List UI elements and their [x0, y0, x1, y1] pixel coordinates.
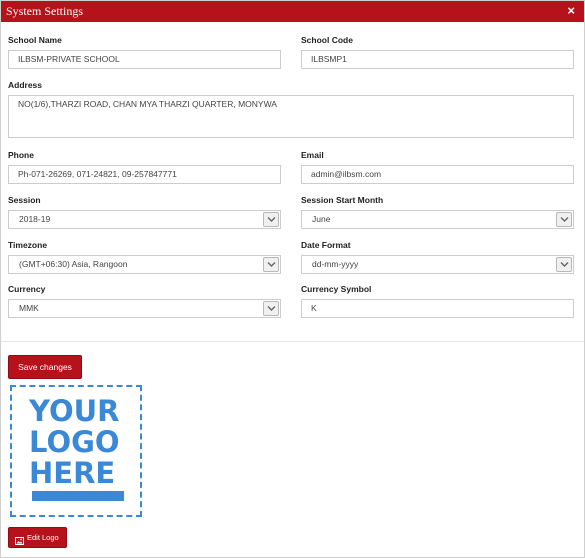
email-label: Email: [301, 150, 324, 160]
address-textarea[interactable]: NO(1/6),THARZI ROAD, CHAN MYA THARZI QUA…: [8, 95, 574, 138]
modal-header: System Settings ×: [1, 1, 584, 22]
chevron-down-icon[interactable]: [556, 212, 572, 227]
currency-value: MMK: [19, 303, 39, 313]
timezone-select[interactable]: (GMT+06:30) Asia, Rangoon: [8, 255, 281, 274]
session-select[interactable]: 2018-19: [8, 210, 281, 229]
address-label: Address: [8, 80, 43, 90]
currency-label: Currency: [8, 284, 46, 294]
session-start-month-value: June: [312, 214, 331, 224]
close-icon[interactable]: ×: [567, 3, 575, 19]
school-logo: YOUR LOGO HERE: [10, 385, 142, 517]
logo-line-2: LOGO: [29, 425, 120, 459]
currency-select[interactable]: MMK: [8, 299, 281, 318]
session-start-month-select[interactable]: June: [301, 210, 574, 229]
school-name-label: School Name: [8, 35, 62, 45]
school-name-input[interactable]: ILBSM-PRIVATE SCHOOL: [8, 50, 281, 69]
date-format-select[interactable]: dd-mm-yyyy: [301, 255, 574, 274]
school-code-label: School Code: [301, 35, 353, 45]
email-input[interactable]: admin@ilbsm.com: [301, 165, 574, 184]
session-start-month-label: Session Start Month: [301, 195, 384, 205]
currency-symbol-label: Currency Symbol: [301, 284, 372, 294]
system-settings-modal: System Settings × School Name ILBSM-PRIV…: [0, 0, 585, 558]
currency-symbol-input[interactable]: K: [301, 299, 574, 318]
date-format-value: dd-mm-yyyy: [312, 259, 359, 269]
session-value: 2018-19: [19, 214, 51, 224]
chevron-down-icon[interactable]: [263, 257, 279, 272]
edit-logo-button[interactable]: Edit Logo: [8, 527, 67, 548]
image-icon: [15, 533, 24, 552]
date-format-label: Date Format: [301, 240, 351, 250]
chevron-down-icon[interactable]: [263, 212, 279, 227]
logo-underline: [32, 491, 124, 501]
phone-label: Phone: [8, 150, 34, 160]
timezone-label: Timezone: [8, 240, 48, 250]
school-code-input[interactable]: ILBSMP1: [301, 50, 574, 69]
logo-line-3: HERE: [29, 456, 116, 490]
edit-logo-label: Edit Logo: [27, 533, 59, 542]
modal-title: System Settings: [6, 4, 84, 18]
form-divider: [1, 341, 584, 342]
chevron-down-icon[interactable]: [263, 301, 279, 316]
phone-input[interactable]: Ph-071-26269, 071-24821, 09-257847771: [8, 165, 281, 184]
logo-line-1: YOUR: [29, 394, 120, 428]
save-changes-button[interactable]: Save changes: [8, 355, 82, 379]
logo-placeholder-text: YOUR LOGO HERE: [29, 396, 120, 489]
timezone-value: (GMT+06:30) Asia, Rangoon: [19, 259, 128, 269]
session-label: Session: [8, 195, 41, 205]
chevron-down-icon[interactable]: [556, 257, 572, 272]
